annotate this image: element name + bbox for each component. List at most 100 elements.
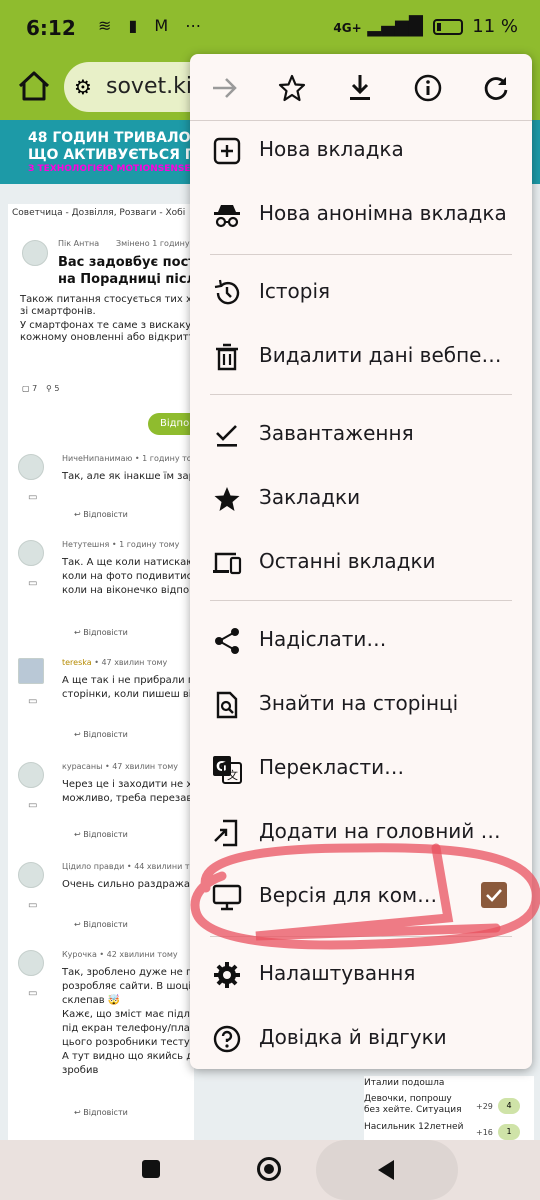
devices-icon bbox=[213, 552, 242, 575]
battery-icon bbox=[432, 19, 463, 35]
comment-bubble-icon[interactable]: ▭ bbox=[28, 900, 37, 911]
translate-icon: G文 bbox=[213, 756, 242, 784]
side-list-item[interactable]: Насильник 12летней bbox=[364, 1122, 464, 1133]
comment-reply-link[interactable]: ↩ Відповісти bbox=[74, 830, 128, 839]
comment-reply-link[interactable]: ↩ Відповісти bbox=[74, 920, 128, 929]
menu-divider bbox=[210, 254, 512, 255]
menu-item-downloads[interactable]: Завантаження bbox=[190, 402, 532, 466]
avatar[interactable] bbox=[18, 862, 44, 888]
home-nav-button[interactable] bbox=[257, 1157, 281, 1181]
side-list-count: +16 bbox=[476, 1128, 493, 1137]
menu-item-incognito[interactable]: Нова анонімна вкладка bbox=[190, 182, 532, 246]
download-page-button[interactable] bbox=[342, 70, 378, 106]
menu-action-row bbox=[190, 54, 532, 120]
menu-item-translate[interactable]: G文 Перекласти… bbox=[190, 736, 532, 800]
status-time: 6:12 bbox=[26, 16, 76, 40]
find-in-page-icon bbox=[216, 691, 238, 719]
back-icon bbox=[378, 1160, 394, 1180]
incognito-icon bbox=[214, 205, 240, 228]
menu-item-recent-tabs[interactable]: Останні вкладки bbox=[190, 530, 532, 594]
avatar[interactable] bbox=[22, 240, 48, 266]
comment-reply-link[interactable]: ↩ Відповісти bbox=[74, 730, 128, 739]
avatar[interactable] bbox=[18, 540, 44, 566]
breadcrumb[interactable]: Советчица - Дозвілля, Розваги - Хобі bbox=[12, 208, 185, 218]
network-label: 4G+ bbox=[333, 21, 362, 35]
back-button-highlight[interactable] bbox=[316, 1140, 458, 1200]
avatar[interactable] bbox=[18, 762, 44, 788]
side-list-count: +29 bbox=[476, 1102, 493, 1111]
comment-text: Очень сильно раздража bbox=[62, 879, 190, 890]
highlight-annotation bbox=[190, 843, 540, 950]
comment-author[interactable]: курасаны • 47 хвилин тому bbox=[62, 762, 178, 771]
comment-bubble-icon[interactable]: ▭ bbox=[28, 578, 37, 589]
comment-text: Так. А ще коли натискаю коли на фото поди… bbox=[62, 557, 195, 596]
comment-author[interactable]: tereska • 47 хвилин тому bbox=[62, 658, 167, 667]
post-author[interactable]: Пік Антна bbox=[58, 239, 99, 248]
avatar[interactable] bbox=[18, 950, 44, 976]
notification-icons: ≋ ▮ M ⋯ bbox=[98, 16, 208, 35]
comment-text: А ще так і не прибрали п сторінки, коли п… bbox=[62, 675, 195, 700]
share-icon bbox=[215, 628, 239, 654]
menu-item-label: Видалити дані вебперегляду bbox=[259, 343, 509, 367]
status-right: 4G+ ▂▄▆█ 11 % bbox=[333, 16, 518, 37]
side-list-item[interactable]: Девочки, попрошу без хейте. Ситуация bbox=[364, 1094, 464, 1116]
menu-item-history[interactable]: Історія bbox=[190, 260, 532, 324]
banner-line-3: З ТЕХНОЛОГІЄЮ MOTIONSENSE bbox=[28, 164, 191, 174]
star-filled-icon bbox=[214, 487, 240, 511]
site-settings-icon[interactable]: ⚙ bbox=[74, 75, 92, 99]
menu-item-label: Історія bbox=[259, 279, 331, 303]
comment-author[interactable]: Нетутешня • 1 годину тому bbox=[62, 540, 179, 549]
comment-author[interactable]: Курочка • 42 хвилини тому bbox=[62, 950, 178, 959]
menu-divider bbox=[210, 394, 512, 395]
star-icon bbox=[278, 74, 306, 102]
home-button[interactable] bbox=[14, 66, 54, 106]
bookmark-button[interactable] bbox=[274, 70, 310, 106]
comment-reply-link[interactable]: ↩ Відповісти bbox=[74, 628, 128, 637]
battery-level: 11 % bbox=[472, 16, 518, 37]
download-done-icon bbox=[216, 425, 237, 447]
menu-item-label: Налаштування bbox=[259, 961, 416, 985]
comment-text: Так, але як інакше їм зар bbox=[62, 471, 195, 482]
forward-icon bbox=[213, 78, 237, 98]
help-icon bbox=[213, 1025, 241, 1053]
comment-bubble-icon[interactable]: ▭ bbox=[28, 800, 37, 811]
page-info-button[interactable] bbox=[410, 70, 446, 106]
svg-text:文: 文 bbox=[227, 768, 238, 782]
post-body-line-1: Також питання стосується тих хт bbox=[20, 294, 198, 305]
avatar[interactable] bbox=[18, 658, 44, 684]
comment-author[interactable]: НичеНипанимаю • 1 годину тому bbox=[62, 454, 202, 463]
side-list-item[interactable]: Италии подошла bbox=[364, 1078, 464, 1089]
menu-item-share[interactable]: Надіслати… bbox=[190, 608, 532, 672]
post-edited: Змінено 1 годину то bbox=[116, 239, 202, 248]
comment-bubble-icon[interactable]: ▭ bbox=[28, 492, 37, 503]
side-list-badge: 1 bbox=[498, 1124, 520, 1140]
menu-item-new-tab[interactable]: Нова вкладка bbox=[190, 118, 532, 182]
add-box-icon bbox=[213, 137, 241, 165]
download-icon bbox=[350, 75, 370, 100]
recents-button[interactable] bbox=[142, 1160, 160, 1178]
comment-bubble-icon[interactable]: ▭ bbox=[28, 696, 37, 707]
avatar[interactable] bbox=[18, 454, 44, 480]
menu-item-label: Нова вкладка bbox=[259, 137, 404, 161]
forward-button[interactable] bbox=[206, 70, 242, 106]
reply-button[interactable]: Відпові bbox=[148, 413, 198, 435]
menu-item-help[interactable]: Довідка й відгуки bbox=[190, 1006, 532, 1070]
comment-reply-link[interactable]: ↩ Відповісти bbox=[74, 1108, 128, 1117]
settings-icon bbox=[214, 962, 240, 988]
menu-item-find-in-page[interactable]: Знайти на сторінці bbox=[190, 672, 532, 736]
system-nav-bar bbox=[0, 1140, 540, 1200]
history-icon bbox=[214, 279, 240, 305]
menu-item-label: Знайти на сторінці bbox=[259, 691, 459, 715]
menu-item-label: Закладки bbox=[259, 485, 361, 509]
menu-item-bookmarks[interactable]: Закладки bbox=[190, 466, 532, 530]
comment-bubble-icon[interactable]: ▭ bbox=[28, 988, 37, 999]
menu-item-label: Довідка й відгуки bbox=[259, 1025, 447, 1049]
comment-reply-link[interactable]: ↩ Відповісти bbox=[74, 510, 128, 519]
menu-item-clear-data[interactable]: Видалити дані вебперегляду bbox=[190, 324, 532, 388]
post-body-line-4: кожному оновленні або відкритт bbox=[20, 332, 195, 343]
trash-icon bbox=[216, 343, 238, 371]
comment-author[interactable]: Цiдило правди • 44 хвилини тому bbox=[62, 862, 205, 871]
reload-button[interactable] bbox=[478, 70, 514, 106]
side-list-badge: 4 bbox=[498, 1098, 520, 1114]
home-icon bbox=[18, 71, 50, 101]
